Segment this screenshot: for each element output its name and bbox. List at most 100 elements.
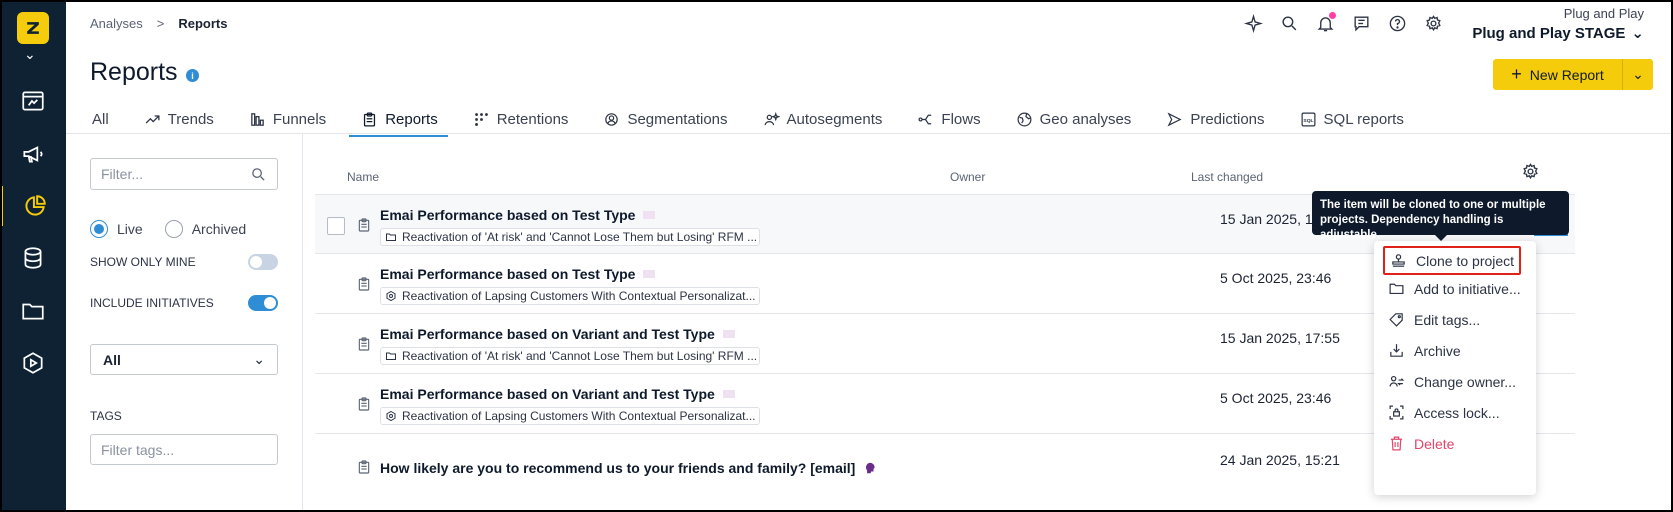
initiative-chip[interactable]: Reactivation of 'At risk' and 'Cannot Lo…	[380, 228, 760, 246]
chip-text: Reactivation of 'At risk' and 'Cannot Lo…	[402, 349, 758, 363]
menu-item-clone-to-project[interactable]: Clone to project	[1383, 246, 1522, 275]
row-title-text: Emai Performance based on Test Type	[380, 266, 636, 282]
column-last-changed[interactable]: Last changed	[1191, 170, 1263, 184]
tab-all[interactable]: All	[90, 104, 111, 134]
tab-label: Segmentations	[627, 110, 728, 128]
menu-item-archive[interactable]: Archive	[1388, 342, 1461, 359]
filter-sidebar: Filter... Live Archived SHOW ONLY MINE I…	[66, 134, 303, 512]
tab-sql-reports[interactable]: SQL SQL reports	[1298, 104, 1406, 134]
clone-tooltip: The item will be cloned to one or multip…	[1312, 191, 1569, 241]
info-icon[interactable]: i	[186, 69, 199, 82]
app-logo-icon[interactable]	[17, 12, 49, 44]
change-owner-icon	[1389, 375, 1405, 387]
analyses-pie-icon[interactable]	[0, 186, 66, 226]
help-icon[interactable]	[1386, 12, 1409, 35]
tab-label: Geo analyses	[1039, 110, 1132, 128]
tab-reports[interactable]: Reports	[349, 104, 448, 137]
column-owner[interactable]: Owner	[950, 170, 985, 184]
row-title[interactable]: Emai Performance based on Test Type	[380, 266, 656, 282]
row-last-changed: 24 Jan 2025, 15:21	[1220, 452, 1340, 468]
tab-autosegments[interactable]: Autosegments	[761, 104, 885, 134]
play-hexagon-icon[interactable]	[0, 343, 66, 383]
project-org: Plug and Play	[1563, 6, 1644, 21]
chevron-down-icon: ⌄	[1631, 25, 1644, 42]
tab-label: Predictions	[1190, 110, 1265, 128]
tab-flows[interactable]: Flows	[915, 104, 982, 134]
chat-icon[interactable]	[1350, 12, 1373, 35]
archive-icon	[1390, 344, 1403, 357]
initiative-chip[interactable]: Reactivation of Lapsing Customers With C…	[380, 407, 760, 425]
row-title[interactable]: Emai Performance based on Variant and Te…	[380, 326, 735, 342]
radio-archived[interactable]: Archived	[164, 220, 246, 238]
tab-label: Funnels	[272, 110, 327, 128]
speech-head-icon	[866, 462, 876, 474]
breadcrumb-current: Reports	[178, 16, 228, 31]
radio-dot	[90, 220, 108, 238]
tag-icon	[1389, 313, 1403, 327]
menu-item-edit-tags[interactable]: Edit tags...	[1388, 311, 1480, 328]
initiative-chip[interactable]: Reactivation of 'At risk' and 'Cannot Lo…	[380, 347, 760, 365]
chip-text: Reactivation of 'At risk' and 'Cannot Lo…	[402, 230, 758, 244]
menu-item-label: Delete	[1414, 435, 1455, 452]
tab-retentions[interactable]: Retentions	[471, 104, 571, 134]
initiative-chip[interactable]: Reactivation of Lapsing Customers With C…	[380, 287, 760, 305]
clipboard-icon	[364, 111, 376, 127]
include-initiatives-label: INCLUDE INITIATIVES	[90, 296, 214, 310]
menu-item-label: Change owner...	[1414, 373, 1516, 390]
row-title-text: Emai Performance based on Test Type	[380, 207, 636, 223]
search-icon[interactable]	[1278, 12, 1301, 35]
menu-item-delete[interactable]: Delete	[1388, 435, 1454, 452]
folder-icon	[386, 352, 396, 360]
tab-label: Retentions	[496, 110, 569, 128]
campaigns-megaphone-icon[interactable]	[0, 134, 66, 174]
row-title-text: Emai Performance based on Variant and Te…	[380, 386, 715, 402]
tags-filter-input[interactable]: Filter tags...	[90, 434, 278, 465]
column-settings-gear-icon[interactable]	[1521, 162, 1540, 181]
filter-input[interactable]: Filter...	[90, 158, 278, 190]
initiative-select[interactable]: All ⌄	[90, 344, 278, 375]
tags-label: TAGS	[90, 409, 122, 423]
data-database-icon[interactable]	[0, 238, 66, 278]
radio-live[interactable]: Live	[90, 220, 143, 238]
tab-geo-analyses[interactable]: Geo analyses	[1014, 104, 1134, 134]
row-checkbox[interactable]	[327, 217, 345, 235]
assets-folder-icon[interactable]	[0, 291, 66, 331]
dashboard-icon[interactable]	[0, 81, 66, 121]
prediction-icon	[1167, 111, 1182, 127]
menu-item-label: Add to initiative...	[1414, 280, 1521, 297]
menu-item-access-lock[interactable]: Access lock...	[1388, 404, 1500, 421]
tab-trends[interactable]: Trends	[142, 104, 216, 134]
row-title[interactable]: How likely are you to recommend us to yo…	[380, 460, 877, 476]
chevron-down-icon[interactable]: ⌄	[24, 46, 36, 63]
show-only-mine-toggle[interactable]	[248, 254, 278, 270]
chevron-down-icon: ⌄	[253, 351, 265, 367]
menu-item-label: Access lock...	[1414, 404, 1500, 421]
breadcrumb: Analyses > Reports	[90, 16, 227, 31]
sparkle-icon[interactable]	[1242, 12, 1265, 35]
menu-item-add-to-initiative[interactable]: Add to initiative...	[1388, 280, 1521, 297]
tab-segmentations[interactable]: Segmentations	[601, 104, 729, 134]
plus-icon: +	[1511, 64, 1522, 84]
include-initiatives-toggle[interactable]	[248, 295, 278, 311]
tab-predictions[interactable]: Predictions	[1164, 104, 1266, 134]
project-name: Plug and Play STAGE	[1472, 24, 1626, 42]
row-title[interactable]: Emai Performance based on Variant and Te…	[380, 386, 735, 402]
breadcrumb-parent[interactable]: Analyses	[90, 16, 143, 31]
clipboard-icon	[358, 397, 370, 411]
radio-dot	[164, 220, 183, 238]
new-report-dropdown-button[interactable]: ⌄	[1623, 59, 1653, 90]
project-switcher[interactable]: Plug and Play STAGE ⌄	[1472, 24, 1644, 43]
row-last-changed: 5 Oct 2025, 23:46	[1220, 390, 1332, 406]
tags-placeholder: Filter tags...	[101, 441, 175, 458]
row-title[interactable]: Emai Performance based on Test Type	[380, 207, 656, 223]
new-report-button[interactable]: + New Report	[1493, 59, 1623, 90]
bell-icon[interactable]	[1314, 12, 1337, 35]
tag-swatch	[722, 330, 735, 338]
left-navigation: ⌄	[0, 0, 66, 512]
menu-item-change-owner[interactable]: Change owner...	[1388, 373, 1516, 390]
breadcrumb-separator: >	[156, 16, 165, 31]
tab-funnels[interactable]: Funnels	[247, 104, 328, 134]
column-name[interactable]: Name	[347, 170, 379, 184]
folder-icon	[386, 233, 396, 241]
settings-gear-icon[interactable]	[1422, 12, 1445, 35]
